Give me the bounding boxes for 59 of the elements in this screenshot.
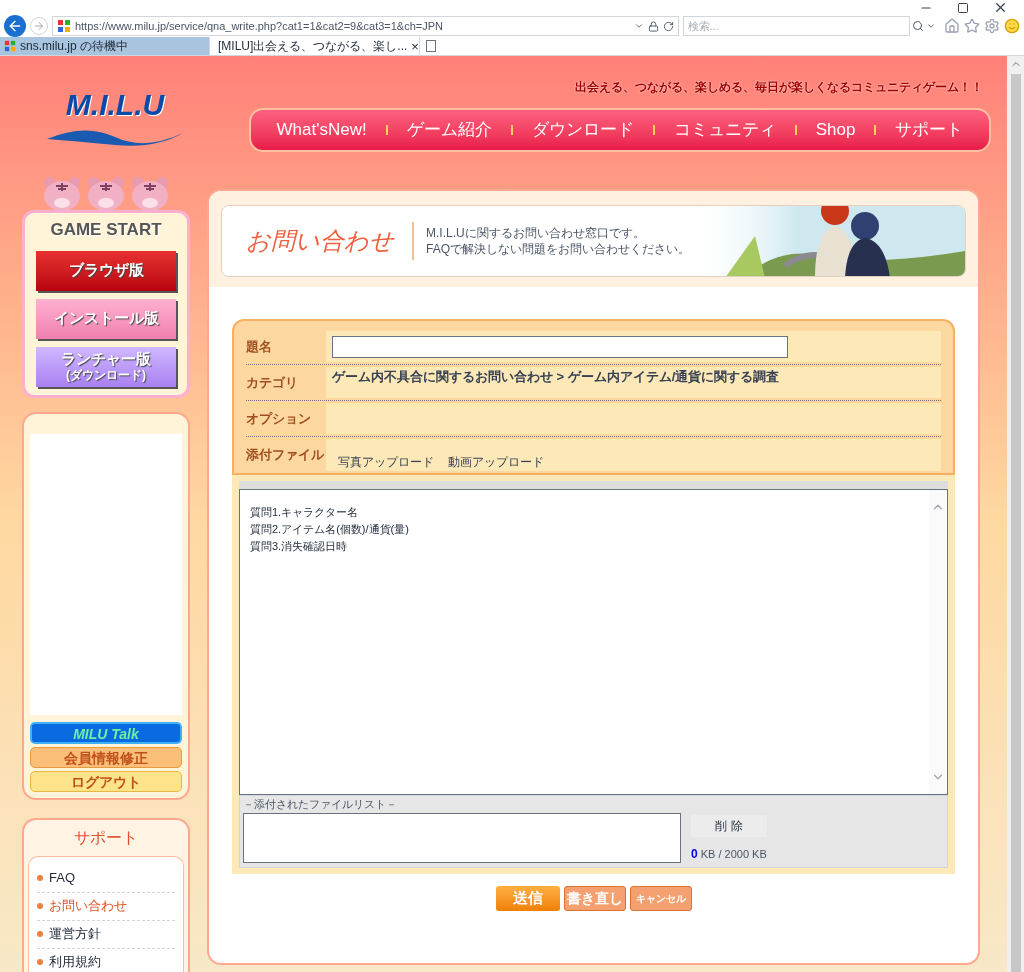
message-line: 質問1.キャラクター名 <box>250 505 360 520</box>
support-link[interactable]: お問い合わせ <box>37 892 175 921</box>
url-text: https://www.milu.jp/service/qna_write.php?cat1=1&cat2=9&cat3=1&ch=JPN <box>74 18 444 34</box>
lock-icon <box>647 20 659 32</box>
nav-link[interactable]: ゲーム紹介 <box>406 117 492 143</box>
nav-link[interactable]: What'sNew! <box>276 117 367 143</box>
refresh-icon[interactable] <box>662 20 674 32</box>
dropdown-icon[interactable] <box>633 21 644 31</box>
description-text: M.I.L.Uに関するお問い合わせ窓口です。 <box>426 225 646 241</box>
start-button[interactable]: ランチャー版 (ダウンロード) <box>36 346 176 387</box>
message-area[interactable]: 質問1.キャラクター名 質問2.アイテム名(個数)/通貨(量) 質問3.消失確認日時 <box>239 489 948 795</box>
form-button[interactable]: 送信 <box>495 885 560 911</box>
search-icon[interactable] <box>912 20 924 32</box>
member-button[interactable]: ログアウト <box>30 770 182 792</box>
start-button[interactable]: インストール版 <box>36 298 176 339</box>
field-label: オプション <box>246 409 312 428</box>
address-bar[interactable]: https://www.milu.jp/service/qna_write.php?cat1=1&cat2=9&cat3=1&ch=JPN <box>51 16 679 36</box>
message-line: 質問3.消失確認日時 <box>250 539 349 554</box>
panel-title: サポート <box>73 827 139 848</box>
field-label: カテゴリ <box>246 373 299 392</box>
upload-link[interactable]: 写真アップロード <box>338 453 434 471</box>
back-button[interactable] <box>4 15 26 37</box>
nav-link[interactable]: Shop <box>815 117 856 143</box>
start-button[interactable]: ブラウザ版 <box>36 250 176 291</box>
nav-link[interactable]: コミュニティ <box>673 117 776 143</box>
file-list-label: －添付されたファイルリスト－ <box>243 797 398 812</box>
category-text: ゲーム内不具合に関するお問い合わせ > ゲーム内アイテム/通貨に関する調査 <box>332 368 780 386</box>
maximize-icon[interactable] <box>957 1 969 14</box>
browser-tab[interactable]: sns.milu.jp の待機中 <box>0 37 210 55</box>
delete-button[interactable]: 削 除 <box>691 814 767 837</box>
site-icon <box>4 40 16 52</box>
tagline: 出会える、つながる、楽しめる、毎日が楽しくなるコミュニティゲーム！！ <box>575 79 984 96</box>
support-link[interactable]: 利用規約 <box>37 948 175 972</box>
form-button[interactable]: 書き直し <box>563 885 626 911</box>
panel-title: GAME START <box>50 219 162 241</box>
talk-button[interactable]: MILU Talk <box>30 721 182 744</box>
message-line: 質問2.アイテム名(個数)/通貨(量) <box>250 522 410 537</box>
logo[interactable]: M.I.L.U <box>45 81 185 149</box>
field-label: 添付ファイル <box>246 446 325 465</box>
support-link[interactable]: 運営方針 <box>37 920 175 949</box>
search-field[interactable]: 検索... <box>682 16 910 36</box>
dropdown-icon[interactable] <box>926 21 936 31</box>
forward-arrow-icon <box>32 20 45 32</box>
form-button[interactable]: キャンセル <box>629 885 692 911</box>
upload-link[interactable]: 動画アップロード <box>448 453 544 471</box>
page-title: お問い合わせ <box>245 226 396 256</box>
file-size-text: 0 KB / 2000 KB <box>691 845 767 863</box>
field-label: 題名 <box>246 337 273 356</box>
support-link[interactable]: FAQ <box>37 864 175 893</box>
site-icon <box>56 19 71 33</box>
title-field[interactable] <box>332 335 788 358</box>
close-icon[interactable] <box>993 0 1008 15</box>
member-button[interactable]: 会員情報修正 <box>30 746 182 768</box>
description-text: FAQで解決しない問題をお問い合わせください。 <box>426 241 690 257</box>
close-tab-button[interactable]: × <box>411 39 421 53</box>
file-list[interactable] <box>243 812 681 863</box>
scrollbar[interactable] <box>929 490 947 794</box>
nav-link[interactable]: ダウンロード <box>531 117 634 143</box>
nav-link[interactable]: サポート <box>895 117 964 143</box>
